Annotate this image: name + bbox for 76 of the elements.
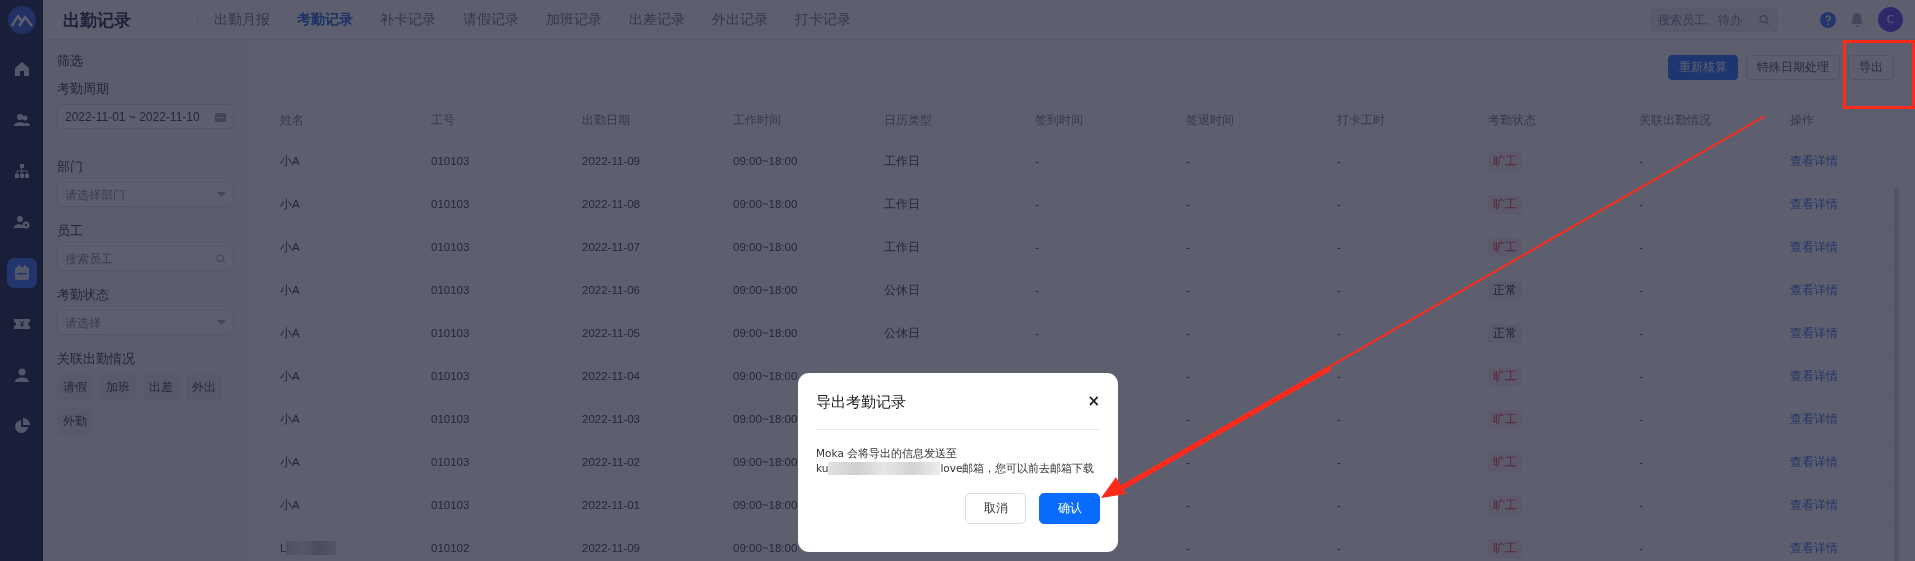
table-cell: 2022-11-09 [582, 542, 640, 554]
table-cell: - [1186, 542, 1190, 554]
table-cell: 09:00~18:00 [733, 327, 798, 339]
table-cell: 09:00~18:00 [733, 542, 798, 554]
table-cell: - [1639, 542, 1643, 554]
table-cell: - [1337, 198, 1341, 210]
table-cell: 010103 [431, 327, 470, 339]
table-cell: - [1186, 198, 1190, 210]
table-cell: - [1035, 198, 1039, 210]
table-cell: 09:00~18:00 [733, 241, 798, 253]
table-cell: 010103 [431, 413, 470, 425]
table-cell: - [1639, 499, 1643, 511]
table-cell: 010103 [431, 198, 470, 210]
table-cell: - [1186, 370, 1190, 382]
table-cell: - [1035, 327, 1039, 339]
table-cell: - [1186, 241, 1190, 253]
table-cell: - [1639, 284, 1643, 296]
filter-title: 筛选 [57, 52, 84, 70]
table-cell: - [1337, 370, 1341, 382]
table-cell: - [1035, 241, 1039, 253]
table-cell: - [1035, 284, 1039, 296]
table-cell: L [280, 542, 287, 554]
table-cell: 09:00~18:00 [733, 499, 798, 511]
table-cell: 09:00~18:00 [733, 456, 798, 468]
table-cell: 010102 [431, 542, 470, 554]
table-cell: - [1639, 413, 1643, 425]
table-cell: 09:00~18:00 [733, 284, 798, 296]
nav-tab[interactable]: 考勤记录 [297, 10, 353, 29]
table-cell: - [1639, 456, 1643, 468]
table-cell: - [1639, 370, 1643, 382]
table-cell: 010103 [431, 241, 470, 253]
table-cell: 010103 [431, 456, 470, 468]
table-cell: - [1035, 155, 1039, 167]
email-start: ku [816, 461, 829, 476]
table-cell: - [1186, 327, 1190, 339]
table-cell: - [1639, 241, 1643, 253]
table-cell: 09:00~18:00 [733, 155, 798, 167]
table-cell: - [1337, 241, 1341, 253]
table-cell: 2022-11-05 [582, 327, 640, 339]
table-cell: 010103 [431, 155, 470, 167]
table-cell: 2022-11-09 [582, 155, 640, 167]
table-cell: - [1639, 155, 1643, 167]
table-cell: 2022-11-08 [582, 198, 640, 210]
table-cell: 010103 [431, 499, 470, 511]
table-cell: - [1186, 155, 1190, 167]
dialog-message: love邮箱，您可以前去邮箱下载 [940, 461, 1095, 476]
table-cell: 09:00~18:00 [733, 413, 798, 425]
table-cell: 2022-11-04 [582, 370, 640, 382]
table-cell: - [1186, 284, 1190, 296]
table-cell: - [1337, 413, 1341, 425]
table-cell: - [1337, 284, 1341, 296]
table-cell: 2022-11-02 [582, 456, 640, 468]
highlight-frame [1843, 40, 1915, 109]
table-cell: - [1337, 542, 1341, 554]
confirm-button[interactable]: 确认 [1039, 493, 1100, 524]
table-cell: 2022-11-03 [582, 413, 640, 425]
table-cell: 2022-11-07 [582, 241, 640, 253]
table-cell: 2022-11-01 [582, 499, 640, 511]
table-cell: - [1337, 499, 1341, 511]
table-cell: - [1639, 198, 1643, 210]
table-cell: - [1337, 327, 1341, 339]
dialog-message: Moka 会将导出的信息发送至 [816, 446, 959, 461]
table-cell: - [1186, 456, 1190, 468]
table-cell: 2022-11-06 [582, 284, 640, 296]
table-cell: - [1186, 499, 1190, 511]
table-cell: 09:00~18:00 [733, 370, 798, 382]
table-cell: - [1186, 413, 1190, 425]
table-cell: - [1337, 155, 1341, 167]
dialog-title: 导出考勤记录 [816, 391, 906, 412]
table-cell: - [1337, 456, 1341, 468]
table-cell: - [1639, 327, 1643, 339]
cancel-button[interactable]: 取消 [965, 493, 1026, 524]
table-cell: 010103 [431, 370, 470, 382]
close-button[interactable]: × [1087, 392, 1100, 410]
table-cell: 09:00~18:00 [733, 198, 798, 210]
table-cell: 010103 [431, 284, 470, 296]
